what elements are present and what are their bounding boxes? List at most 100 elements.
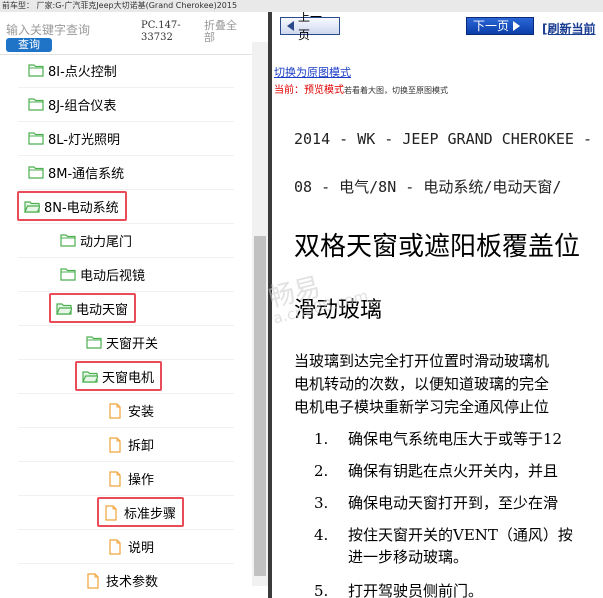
doc-paragraph-line: 电机电子模块重新学习完全通风停止位	[294, 398, 550, 416]
document-icon	[86, 573, 102, 589]
doc-step-text: 按住天窗开关的VENT（通风）按	[348, 526, 573, 544]
tree-scrollbar-thumb[interactable]	[254, 236, 266, 576]
folder-open-icon	[82, 369, 99, 383]
doc-step-text: 确保有钥匙在点火开关内，并且	[348, 462, 559, 480]
current-mode: 预览模式	[304, 85, 344, 96]
doc-step-text: 确保电动天窗打开到，至少在滑	[348, 494, 559, 512]
tree-item-label: 电动天窗	[76, 302, 129, 318]
document-icon	[104, 505, 120, 521]
tree-divider	[18, 291, 234, 292]
tree-item[interactable]: 说明	[108, 535, 154, 557]
document-icon	[108, 403, 124, 419]
tree-item[interactable]: 8J-组合仪表	[28, 93, 116, 115]
collapse-all-button[interactable]: 折叠全部	[204, 20, 244, 44]
navigation-tree: 8I-点火控制 8J-组合仪表 8L-灯光照明 8M-通信系统 8N-电动系统动力尾门电…	[0, 54, 252, 598]
search-bar: 查询 PC.147-33732 折叠全部	[0, 12, 268, 55]
doc-step: 1. 确保电气系统电压大于或等于12	[314, 428, 562, 449]
refresh-current-link[interactable]: [刷新当前	[542, 20, 596, 37]
tree-item[interactable]: 安装	[108, 399, 154, 421]
tree-item[interactable]: 操作	[108, 467, 154, 489]
folder-icon	[28, 131, 44, 145]
tree-item-label: 标准步骤	[124, 506, 177, 522]
doc-step-text: 确保电气系统电压大于或等于12	[348, 430, 563, 448]
tree-item-label: 安装	[128, 404, 155, 420]
doc-step: 进一步移动玻璃。	[314, 546, 468, 567]
next-page-button[interactable]: 下一页	[466, 17, 534, 35]
prev-page-button[interactable]: 上一页	[280, 12, 340, 42]
doc-step: 2. 确保有钥匙在点火开关内，并且	[314, 460, 558, 481]
doc-step: 4. 按住天窗开关的VENT（通风）按	[314, 524, 573, 545]
tree-item-label: 技术参数	[106, 574, 159, 590]
tree-divider	[18, 87, 234, 88]
doc-title: 双格天窗或遮阳板覆盖位	[294, 232, 581, 262]
tree-divider	[18, 427, 234, 428]
arrow-left-icon	[287, 21, 294, 31]
tree-item[interactable]: 8I-点火控制	[28, 59, 117, 81]
tree-item[interactable]: 8L-灯光照明	[28, 127, 120, 149]
tree-item[interactable]: 拆卸	[108, 433, 154, 455]
tree-item-label: 8I-点火控制	[48, 64, 117, 80]
tree-divider	[18, 495, 234, 496]
query-button[interactable]: 查询	[6, 38, 52, 52]
tree-item-label: 天窗开关	[106, 336, 159, 352]
tree-item[interactable]: 标准步骤	[97, 497, 185, 527]
doc-step-number: 5.	[314, 582, 329, 598]
tree-divider	[18, 359, 234, 360]
tree-item[interactable]: 8N-电动系统	[17, 191, 127, 221]
tree-item[interactable]: 动力尾门	[60, 229, 132, 251]
document-icon	[108, 539, 124, 555]
tree-item-label: 8N-电动系统	[44, 200, 119, 216]
doc-step-number: 2.	[314, 462, 329, 480]
folder-icon	[28, 63, 44, 77]
doc-step-text: 打开驾驶员侧前门。	[348, 582, 484, 598]
doc-step-text: 进一步移动玻璃。	[348, 548, 469, 566]
arrow-right-icon	[513, 21, 521, 31]
doc-section-line: 08 - 电气/8N - 电动系统/电动天窗/	[294, 178, 562, 196]
tree-divider	[18, 155, 234, 156]
tree-item-label: 8M-通信系统	[48, 166, 125, 182]
tree-divider	[18, 223, 234, 224]
folder-icon	[60, 267, 76, 281]
document-icon	[108, 471, 124, 487]
search-input[interactable]	[6, 22, 134, 38]
tree-item-label: 电动后视镜	[80, 268, 146, 284]
tree-divider	[18, 563, 234, 564]
tree-item-label: 拆卸	[128, 438, 155, 454]
tree-item[interactable]: 天窗电机	[75, 361, 163, 391]
doc-step-number: 4.	[314, 526, 329, 544]
tree-item-label: 8J-组合仪表	[48, 98, 117, 114]
doc-step-number: 1.	[314, 430, 329, 448]
folder-open-icon	[24, 199, 41, 213]
tree-divider	[18, 461, 234, 462]
folder-icon	[86, 335, 102, 349]
document-icon	[108, 437, 124, 453]
prev-page-label: 上一页	[298, 12, 323, 42]
folder-icon	[28, 97, 44, 111]
left-panel: 查询 PC.147-33732 折叠全部 8I-点火控制 8J-组合仪表 8L-灯光…	[0, 12, 268, 598]
current-prefix: 当前：	[274, 85, 304, 96]
vehicle-info-strip: 前车型： 厂家:G-广汽菲克Jeep大切诺基(Grand Cherokee)20…	[0, 0, 603, 12]
current-mode-line: 当前：预览模式若看着大图，切换至原图模式	[274, 81, 448, 96]
toggle-original-mode-link[interactable]: 切换为原图模式	[274, 64, 351, 80]
folder-icon	[60, 233, 76, 247]
pc-code: PC.147-33732	[141, 20, 181, 43]
tree-item[interactable]: 天窗开关	[86, 331, 158, 353]
tree-item[interactable]: 技术参数	[86, 569, 158, 591]
tree-item[interactable]: 电动天窗	[49, 293, 137, 323]
folder-open-icon	[56, 301, 73, 315]
folder-icon	[28, 165, 44, 179]
tree-divider	[18, 257, 234, 258]
doc-paragraph-line: 电机转动的次数，以便知道玻璃的完全	[294, 375, 550, 393]
tree-divider	[18, 325, 234, 326]
tree-item[interactable]: 电动后视镜	[60, 263, 145, 285]
tree-divider	[18, 189, 234, 190]
next-page-label: 下一页	[473, 19, 510, 33]
tree-item[interactable]: 8M-通信系统	[28, 161, 124, 183]
doc-paragraph-line: 当玻璃到达完全打开位置时滑动玻璃机	[294, 352, 550, 370]
tree-divider	[18, 529, 234, 530]
doc-model-line: 2014 - WK - JEEP GRAND CHEROKEE -	[294, 130, 593, 148]
doc-step: 3. 确保电动天窗打开到，至少在滑	[314, 492, 558, 513]
tree-divider	[18, 393, 234, 394]
doc-step-number: 3.	[314, 494, 329, 512]
tree-divider	[18, 121, 234, 122]
